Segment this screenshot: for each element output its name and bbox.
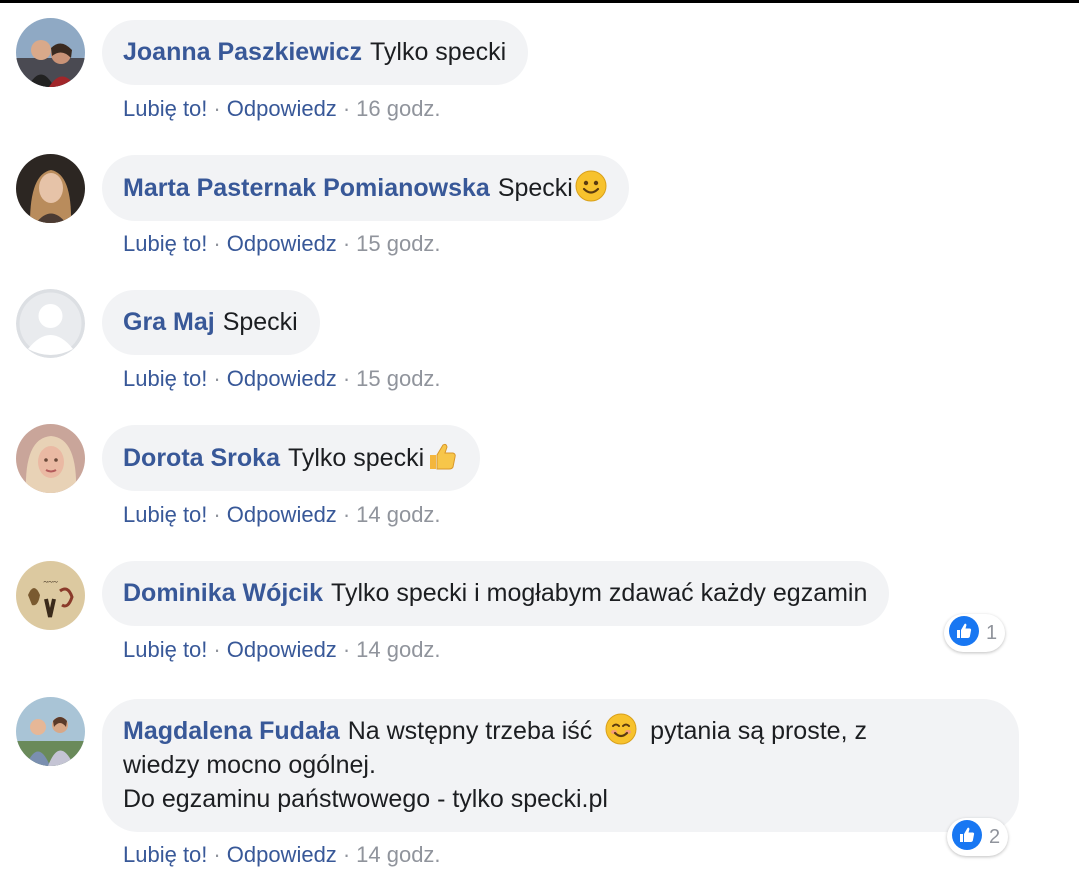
separator: ·	[213, 502, 221, 527]
smiling-face-emoji-icon	[575, 170, 607, 202]
timestamp[interactable]: 14 godz.	[356, 502, 440, 527]
comment-author[interactable]: Gra Maj	[123, 308, 215, 336]
timestamp[interactable]: 15 godz.	[356, 366, 440, 391]
reply-link[interactable]: Odpowiedz	[227, 231, 337, 256]
like-link[interactable]: Lubię to!	[123, 637, 207, 662]
comment-text: Tylko specki	[370, 38, 507, 66]
comment-line: wiedzy mocno ogólnej.	[123, 751, 376, 779]
avatar[interactable]	[16, 154, 85, 223]
like-link[interactable]: Lubię to!	[123, 842, 207, 867]
comment-bubble: Marta Pasternak Pomianowska Specki	[102, 155, 629, 221]
reaction-count: 2	[989, 825, 1001, 848]
separator: ·	[213, 96, 221, 121]
comment-text: Specki	[222, 308, 298, 336]
separator: ·	[213, 842, 221, 867]
timestamp[interactable]: 15 godz.	[356, 231, 440, 256]
avatar[interactable]	[16, 697, 85, 766]
avatar[interactable]	[16, 424, 85, 493]
separator: ·	[213, 366, 221, 391]
reply-link[interactable]: Odpowiedz	[227, 96, 337, 121]
like-link[interactable]: Lubię to!	[123, 366, 207, 391]
smiling-face-emoji-icon	[605, 713, 637, 745]
reply-link[interactable]: Odpowiedz	[227, 842, 337, 867]
comment-line: Magdalena Fudała Na wstępny trzeba iść py…	[123, 713, 997, 748]
comment-bubble: Gra Maj Specki	[102, 290, 320, 355]
reply-link[interactable]: Odpowiedz	[227, 502, 337, 527]
like-reaction-icon	[951, 819, 983, 856]
comment-author[interactable]: Joanna Paszkiewicz	[123, 38, 362, 66]
comment-bubble: Dorota Sroka Tylko specki	[102, 425, 481, 491]
thumbs-up-emoji-icon	[426, 440, 458, 472]
comment-bubble: Joanna Paszkiewicz Tylko specki	[102, 20, 529, 85]
comment-actions: Lubię to! · Odpowiedz · 15 godz.	[123, 231, 441, 257]
avatar[interactable]: ~~~	[16, 561, 85, 630]
comment-author[interactable]: Dominika Wójcik	[123, 579, 323, 607]
comment-author[interactable]: Dorota Sroka	[123, 444, 280, 472]
like-link[interactable]: Lubię to!	[123, 96, 207, 121]
comment-text: Tylko specki i mogłabym zdawać każdy egz…	[331, 579, 868, 607]
comment-text: Specki	[497, 174, 573, 202]
reaction-count: 1	[986, 621, 998, 644]
comment-actions: Lubię to! · Odpowiedz · 14 godz.	[123, 842, 441, 868]
comment-text: pytania są proste, z	[650, 717, 867, 745]
reply-link[interactable]: Odpowiedz	[227, 366, 337, 391]
top-border	[0, 0, 1079, 3]
default-avatar-icon[interactable]	[16, 289, 85, 358]
separator: ·	[342, 96, 351, 121]
reply-link[interactable]: Odpowiedz	[227, 637, 337, 662]
comment-bubble: Magdalena Fudała Na wstępny trzeba iść py…	[102, 699, 1019, 832]
comment-text: Tylko specki	[287, 444, 425, 472]
like-link[interactable]: Lubię to!	[123, 502, 207, 527]
separator: ·	[342, 842, 351, 867]
comment-text: Na wstępny trzeba iść	[347, 717, 593, 745]
separator: ·	[213, 637, 221, 662]
timestamp[interactable]: 14 godz.	[356, 637, 440, 662]
comment-bubble: Dominika Wójcik Tylko specki i mogłabym z…	[102, 561, 890, 626]
timestamp[interactable]: 16 godz.	[356, 96, 440, 121]
separator: ·	[342, 231, 351, 256]
comment-actions: Lubię to! · Odpowiedz · 14 godz.	[123, 502, 441, 528]
separator: ·	[342, 366, 351, 391]
comment-actions: Lubię to! · Odpowiedz · 15 godz.	[123, 366, 441, 392]
comment-line: Do egzaminu państwowego - tylko specki.p…	[123, 785, 608, 813]
svg-text:~~~: ~~~	[43, 577, 58, 587]
comment-actions: Lubię to! · Odpowiedz · 14 godz.	[123, 637, 441, 663]
like-link[interactable]: Lubię to!	[123, 231, 207, 256]
separator: ·	[342, 637, 351, 662]
reaction-summary[interactable]: 1	[944, 614, 1006, 652]
avatar[interactable]	[16, 18, 85, 87]
timestamp[interactable]: 14 godz.	[356, 842, 440, 867]
reaction-summary[interactable]: 2	[947, 818, 1009, 856]
like-reaction-icon	[948, 615, 980, 652]
separator: ·	[213, 231, 221, 256]
separator: ·	[342, 502, 351, 527]
comment-author[interactable]: Marta Pasternak Pomianowska	[123, 174, 490, 202]
comment-actions: Lubię to! · Odpowiedz · 16 godz.	[123, 96, 441, 122]
comment-author[interactable]: Magdalena Fudała	[123, 717, 340, 745]
